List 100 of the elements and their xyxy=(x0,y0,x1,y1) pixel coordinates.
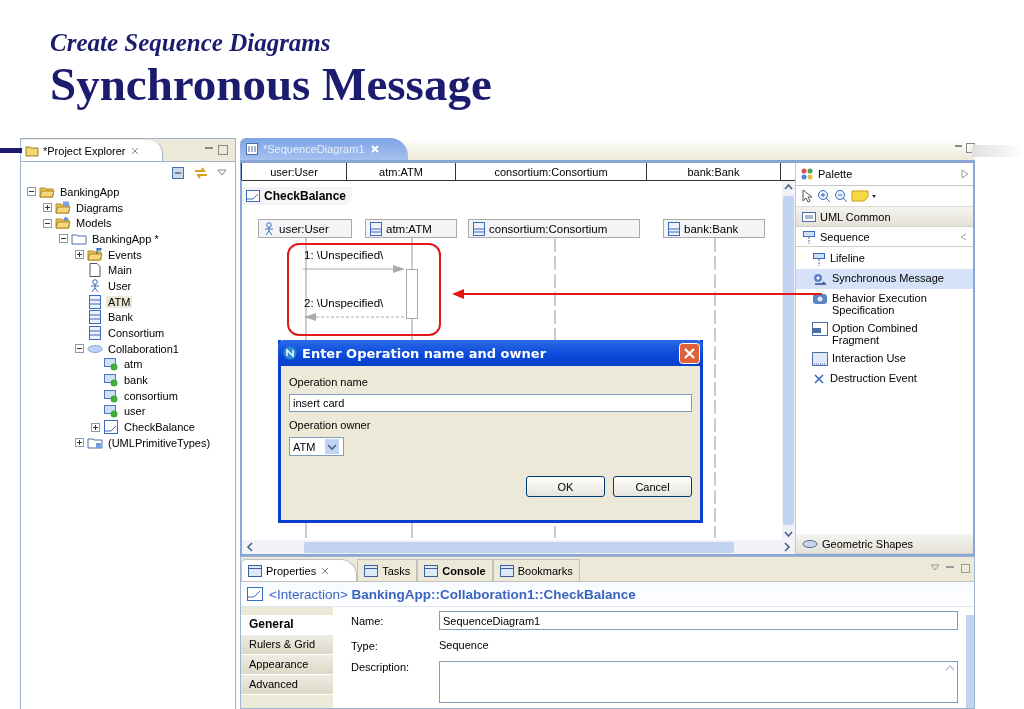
zoom-in-icon[interactable] xyxy=(817,189,831,203)
folder-icon xyxy=(55,200,71,215)
lifeline-head[interactable]: user:User xyxy=(258,219,352,238)
palette-tool[interactable]: Synchronous Message xyxy=(796,269,973,289)
tree-item[interactable]: Main xyxy=(106,264,134,277)
tree-toggle[interactable] xyxy=(75,438,84,448)
view-tab[interactable]: Bookmarks xyxy=(492,559,580,581)
palette-tool[interactable]: Option Combined Fragment xyxy=(796,319,973,349)
tree-item[interactable]: BankingApp * xyxy=(90,232,161,245)
view-controls-icon[interactable] xyxy=(930,563,970,573)
tree-item[interactable]: Events xyxy=(106,248,144,261)
collapse-arrow-icon[interactable] xyxy=(961,169,969,179)
scroll-left-icon[interactable] xyxy=(244,541,256,553)
close-icon[interactable] xyxy=(369,144,380,154)
view-title: *Project Explorer xyxy=(43,144,126,157)
zoom-out-icon[interactable] xyxy=(834,189,848,203)
operation-name-field[interactable]: insert card xyxy=(289,394,692,412)
package-icon xyxy=(71,231,87,246)
ruler-cell: bank:Bank xyxy=(646,163,781,180)
view-tab[interactable]: Properties xyxy=(241,559,358,581)
slide-title: Synchronous Message xyxy=(50,58,493,110)
name-field[interactable]: SequenceDiagram1 xyxy=(439,611,958,630)
tree-item[interactable]: ATM xyxy=(106,295,133,308)
lifeline-head[interactable]: atm:ATM xyxy=(365,219,457,238)
class-icon xyxy=(87,294,103,309)
scroll-right-icon[interactable] xyxy=(781,541,793,553)
folder-icon xyxy=(39,184,55,199)
tree-item[interactable]: bank xyxy=(122,374,150,387)
tree-toggle[interactable] xyxy=(91,422,100,432)
palette-drawer[interactable]: UML Common xyxy=(796,207,973,227)
close-icon[interactable] xyxy=(129,145,140,156)
tree-item[interactable]: atm xyxy=(122,358,145,371)
tree-item[interactable]: User xyxy=(106,279,134,292)
tree-toggle[interactable] xyxy=(75,344,84,354)
class-icon xyxy=(472,221,486,236)
message-label: 1: \Unspecified\ xyxy=(304,249,384,261)
palette-title: Palette xyxy=(818,168,853,180)
lifeline-head[interactable]: bank:Bank xyxy=(663,219,765,238)
link-arrows-icon[interactable] xyxy=(193,166,209,180)
note-icon[interactable] xyxy=(851,190,877,202)
tree-item[interactable]: consortium xyxy=(122,389,180,402)
tree-item[interactable]: user xyxy=(122,405,148,418)
tree-item[interactable]: (UMLPrimitiveTypes) xyxy=(106,436,213,449)
frame-label: CheckBalance xyxy=(242,187,353,205)
tree-item[interactable]: Collaboration1 xyxy=(106,342,181,355)
palette-tool[interactable]: Lifeline xyxy=(796,249,973,269)
palette-drawer[interactable]: Geometric Shapes xyxy=(796,534,973,554)
side-tab[interactable]: Appearance xyxy=(241,655,333,675)
palette-tool[interactable]: Interaction Use xyxy=(796,349,973,369)
lifeline-head[interactable]: consortium:Consortium xyxy=(468,219,640,238)
class-icon xyxy=(667,221,681,236)
tree-item[interactable]: Bank xyxy=(106,311,136,324)
message-icon xyxy=(812,272,828,286)
owner-dropdown[interactable]: ATM xyxy=(289,437,344,456)
accent-bar xyxy=(0,148,22,153)
tree-item[interactable]: Consortium xyxy=(106,327,167,340)
view-icon xyxy=(248,564,262,577)
view-tab[interactable]: Tasks xyxy=(357,559,418,581)
close-icon[interactable] xyxy=(320,565,331,576)
palette-tool[interactable]: Behavior Execution Specification xyxy=(796,289,973,319)
view-tab[interactable]: *Project Explorer xyxy=(21,140,163,161)
tree-toggle[interactable] xyxy=(27,187,36,197)
view-icon xyxy=(499,564,514,577)
field-label: Operation owner xyxy=(289,419,372,431)
slide-subtitle: Create Sequence Diagrams xyxy=(50,28,332,58)
description-field[interactable] xyxy=(439,661,958,703)
field-label: Description: xyxy=(351,661,411,673)
part-icon xyxy=(103,404,119,419)
pointer-icon[interactable] xyxy=(802,189,814,203)
tree-item[interactable]: Diagrams xyxy=(74,201,126,214)
minimize-maximize-icon[interactable] xyxy=(953,142,975,154)
tree-item[interactable]: Models xyxy=(74,217,114,230)
page-icon xyxy=(87,263,103,278)
tree-item[interactable]: CheckBalance xyxy=(122,421,197,434)
tree-toggle[interactable] xyxy=(59,234,68,244)
tree-item[interactable]: BankingApp xyxy=(58,185,122,198)
dialog-button[interactable]: OK xyxy=(526,476,605,497)
collapse-all-icon[interactable] xyxy=(171,166,185,180)
close-icon[interactable] xyxy=(679,342,700,364)
tree-toggle[interactable] xyxy=(43,218,52,228)
caret-icon[interactable] xyxy=(325,439,340,454)
class-icon xyxy=(87,326,103,341)
cross-icon xyxy=(812,372,826,386)
horizontal-scrollbar[interactable] xyxy=(242,540,795,554)
palette-tool[interactable]: Destruction Event xyxy=(796,369,973,389)
view-icon xyxy=(424,564,439,577)
actor-icon xyxy=(262,221,276,236)
side-tab[interactable]: General xyxy=(241,615,333,635)
side-tab[interactable]: Advanced xyxy=(241,675,333,695)
minimize-maximize-icon[interactable] xyxy=(203,144,229,156)
tree-toggle[interactable] xyxy=(75,250,84,260)
tree-toggle[interactable] xyxy=(43,203,52,213)
package-icon xyxy=(87,435,103,450)
vertical-scrollbar[interactable] xyxy=(966,615,974,708)
ruler-cell: consortium:Consortium xyxy=(455,163,647,180)
view-tab[interactable]: Console xyxy=(417,559,493,581)
view-menu-icon[interactable] xyxy=(217,169,227,177)
dialog-button[interactable]: Cancel xyxy=(613,476,692,497)
side-tab[interactable]: Rulers & Grid xyxy=(241,635,333,655)
vertical-scrollbar[interactable] xyxy=(782,181,795,540)
